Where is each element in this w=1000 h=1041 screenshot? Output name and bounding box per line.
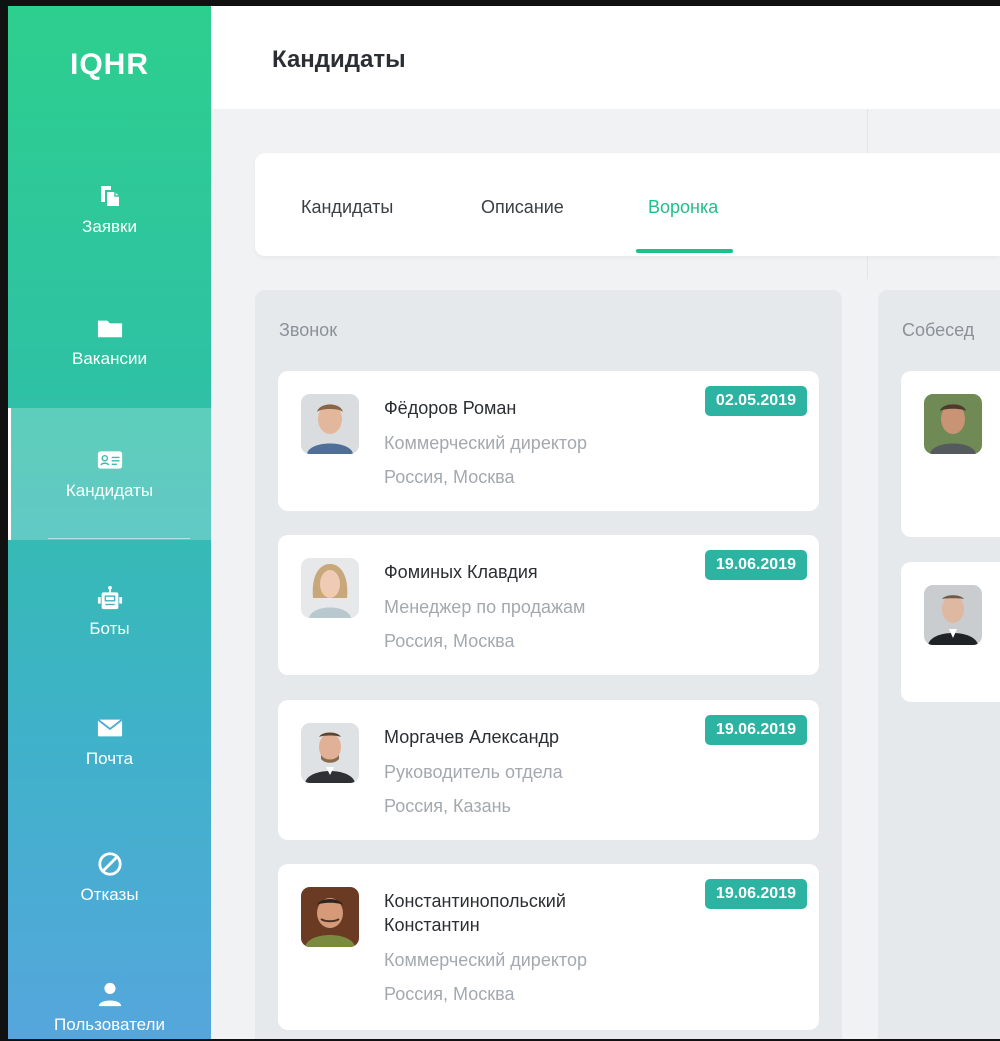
- app-window: IQHR Заявки Вакансии Кандидаты Боты: [0, 0, 1000, 1041]
- candidate-card[interactable]: Фоминых Клавдия Менеджер по продажам Рос…: [278, 535, 819, 675]
- user-icon: [97, 981, 123, 1007]
- sidebar-item-label: Боты: [89, 619, 129, 639]
- tab-funnel[interactable]: Воронка: [648, 197, 718, 218]
- document-icon: [97, 183, 123, 209]
- sidebar-item-requests[interactable]: Заявки: [8, 144, 211, 276]
- tab-candidates[interactable]: Кандидаты: [301, 197, 393, 218]
- sidebar-item-label: Вакансии: [72, 349, 147, 369]
- sidebar-item-label: Отказы: [80, 885, 138, 905]
- candidate-avatar: [301, 723, 359, 783]
- funnel-column-interview: Собесед: [878, 290, 1000, 1041]
- candidate-name: Моргачев Александр: [384, 725, 559, 749]
- candidate-card[interactable]: [901, 562, 1000, 702]
- sidebar-item-label: Кандидаты: [66, 481, 153, 501]
- sidebar-item-rejections[interactable]: Отказы: [8, 812, 211, 944]
- candidate-avatar: [924, 585, 982, 645]
- app-logo[interactable]: IQHR: [8, 48, 211, 82]
- id-card-icon: [97, 447, 123, 473]
- envelope-icon: [97, 715, 123, 741]
- sidebar-divider: [48, 538, 190, 539]
- sidebar-item-label: Пользователи: [54, 1015, 165, 1035]
- candidate-card[interactable]: [901, 371, 1000, 537]
- candidate-avatar: [301, 558, 359, 618]
- funnel-column-call: Звонок Фёдоров Роман Коммерческий директ…: [255, 290, 842, 1041]
- date-badge: 02.05.2019: [705, 386, 807, 416]
- sidebar-item-users[interactable]: Пользователи: [8, 942, 211, 1041]
- candidate-name: Константинопольский Константин: [384, 889, 566, 937]
- candidate-location: Россия, Казань: [384, 796, 511, 817]
- date-badge: 19.06.2019: [705, 879, 807, 909]
- sidebar: IQHR Заявки Вакансии Кандидаты Боты: [8, 6, 211, 1039]
- active-tab-indicator: [636, 249, 733, 253]
- sidebar-item-candidates[interactable]: Кандидаты: [8, 408, 211, 540]
- candidate-role: Коммерческий директор: [384, 950, 587, 971]
- candidate-location: Россия, Москва: [384, 631, 514, 652]
- candidate-location: Россия, Москва: [384, 467, 514, 488]
- sidebar-item-vacancies[interactable]: Вакансии: [8, 276, 211, 408]
- folder-icon: [97, 315, 123, 341]
- candidate-avatar: [924, 394, 982, 454]
- candidate-name: Фоминых Клавдия: [384, 560, 538, 584]
- candidate-location: Россия, Москва: [384, 984, 514, 1005]
- candidate-name-line1: Константинопольский: [384, 891, 566, 911]
- candidate-avatar: [301, 887, 359, 947]
- candidate-avatar: [301, 394, 359, 454]
- candidate-name-line2: Константин: [384, 915, 480, 935]
- date-badge: 19.06.2019: [705, 550, 807, 580]
- candidate-card[interactable]: Константинопольский Константин Коммерчес…: [278, 864, 819, 1030]
- sidebar-item-label: Заявки: [82, 217, 137, 237]
- date-badge: 19.06.2019: [705, 715, 807, 745]
- ban-icon: [97, 851, 123, 877]
- tab-description[interactable]: Описание: [481, 197, 564, 218]
- sidebar-item-mail[interactable]: Почта: [8, 676, 211, 808]
- page-title: Кандидаты: [272, 46, 406, 74]
- sidebar-item-label: Почта: [86, 749, 133, 769]
- column-title: Собесед: [902, 320, 974, 341]
- robot-icon: [97, 585, 123, 611]
- candidate-role: Менеджер по продажам: [384, 597, 585, 618]
- candidate-card[interactable]: Моргачев Александр Руководитель отдела Р…: [278, 700, 819, 840]
- candidate-role: Коммерческий директор: [384, 433, 587, 454]
- sidebar-item-bots[interactable]: Боты: [8, 546, 211, 678]
- candidate-name: Фёдоров Роман: [384, 396, 516, 420]
- candidate-role: Руководитель отдела: [384, 762, 563, 783]
- tabs-bar: Кандидаты Описание Воронка: [255, 153, 1000, 256]
- candidate-card[interactable]: Фёдоров Роман Коммерческий директор Росс…: [278, 371, 819, 511]
- column-title: Звонок: [279, 320, 337, 341]
- page-header: Кандидаты: [211, 6, 1000, 109]
